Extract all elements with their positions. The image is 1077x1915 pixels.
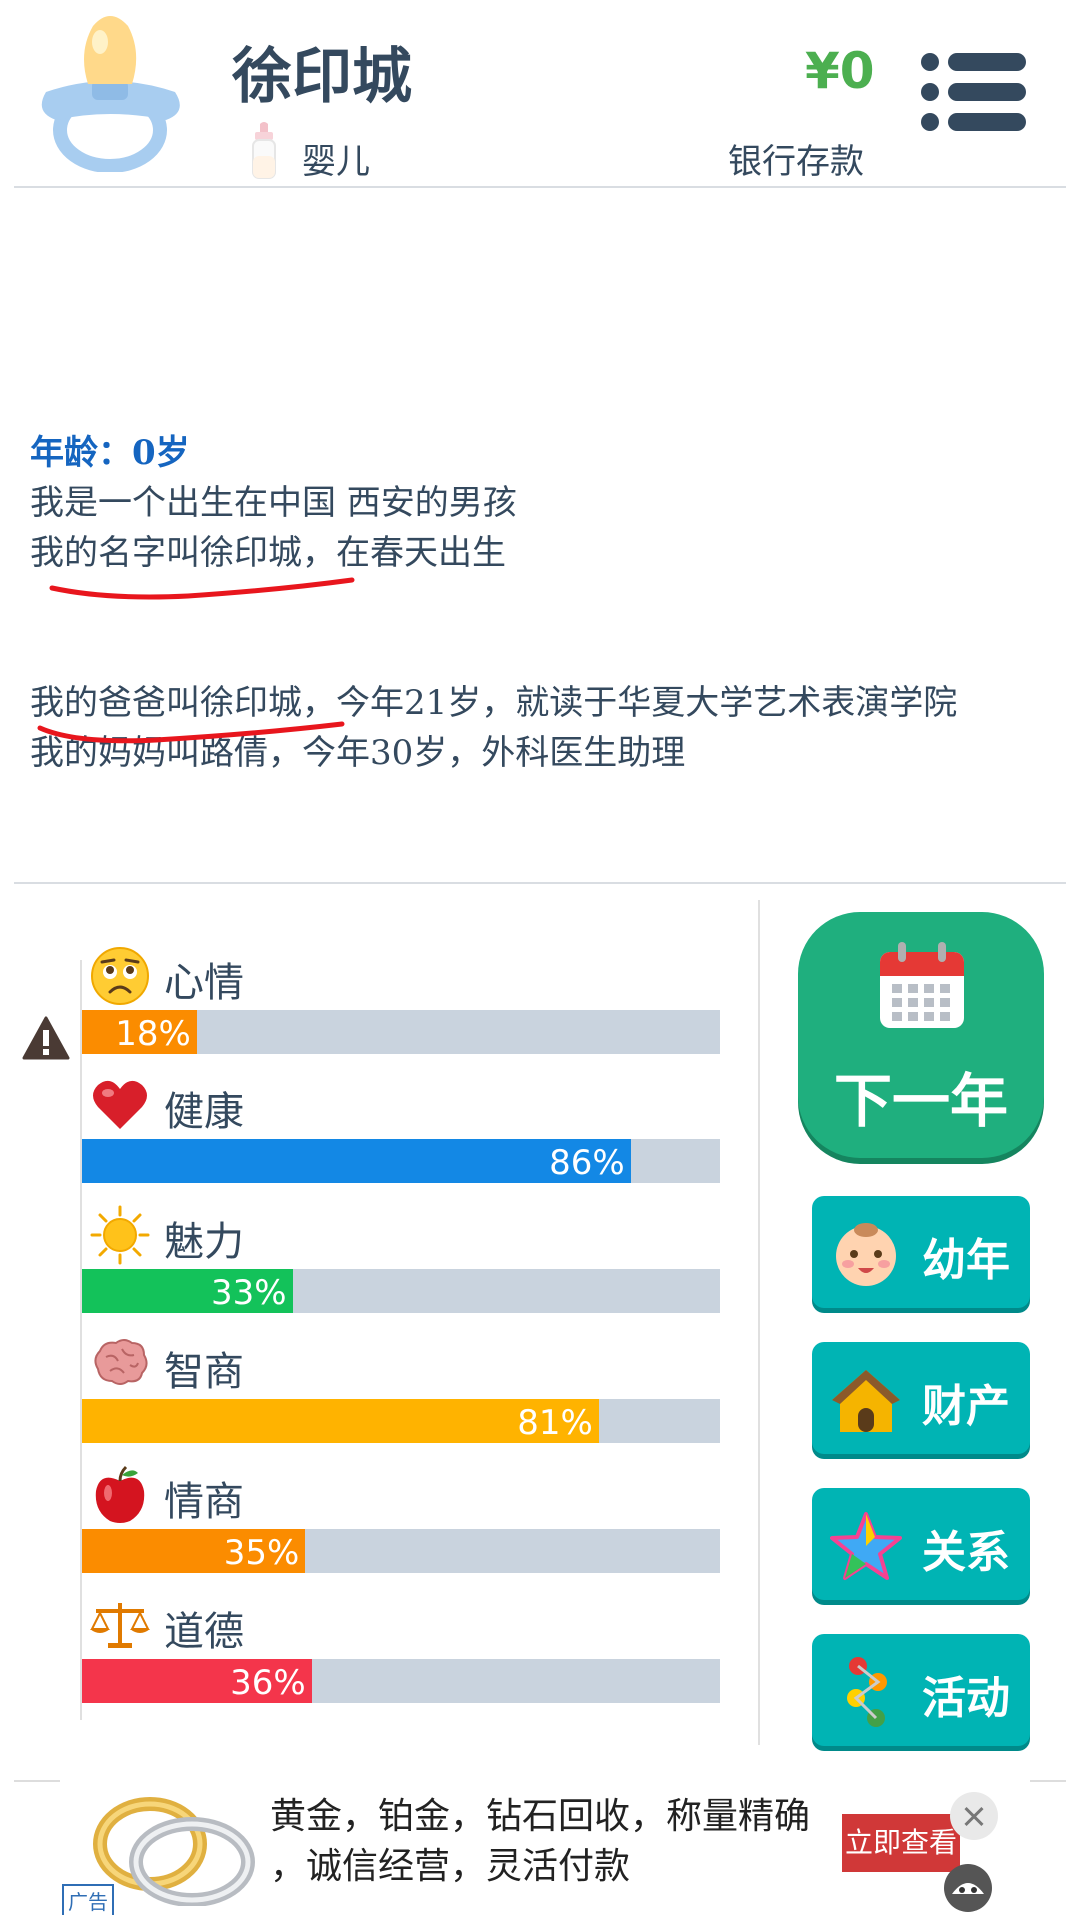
- stat-percent: 86%: [549, 1143, 625, 1183]
- stat-bar-track: 81%: [82, 1399, 720, 1443]
- stat-bar-fill: 86%: [82, 1139, 631, 1183]
- stat-bar-track: 18%: [82, 1010, 720, 1054]
- stat-percent: 18%: [115, 1014, 191, 1054]
- story-line: 我是一个出生在中国 西安的男孩: [30, 483, 517, 523]
- stat-bar-track: 36%: [82, 1659, 720, 1703]
- scales-icon: [90, 1603, 150, 1648]
- stat-morality: 道德 36%: [82, 1595, 720, 1725]
- stat-bar-track: 33%: [82, 1269, 720, 1313]
- status-header: 徐印城 婴儿 ¥0 银行存款: [0, 0, 1077, 188]
- stat-charm: 魅力 33%: [82, 1205, 720, 1335]
- activities-dots-icon: [847, 1657, 887, 1727]
- stat-label: 情商: [164, 1479, 244, 1525]
- money-balance: ¥0: [805, 42, 875, 100]
- stat-iq: 智商 81%: [82, 1335, 720, 1465]
- red-underline-annotation: [49, 577, 355, 600]
- activities-button[interactable]: 活动: [812, 1634, 1030, 1746]
- childhood-label: 幼年: [922, 1235, 1010, 1286]
- header-divider: [14, 186, 1066, 188]
- stat-eq: 情商 35%: [82, 1465, 720, 1595]
- stat-label: 魅力: [164, 1219, 244, 1265]
- player-name: 徐印城: [232, 42, 412, 112]
- bank-deposit-label: 银行存款: [728, 142, 864, 182]
- mascot-icon: [944, 1864, 992, 1912]
- stat-bar-track: 35%: [82, 1529, 720, 1573]
- ad-text-line: ，诚信经营，灵活付款: [270, 1846, 631, 1887]
- next-year-button[interactable]: 下一年: [798, 912, 1044, 1158]
- stat-label: 心情: [164, 960, 244, 1006]
- ad-close-icon[interactable]: [950, 1792, 998, 1840]
- life-stage-label: 婴儿: [302, 142, 370, 182]
- apple-icon: [95, 1465, 145, 1523]
- stat-mood: 心情 18%: [82, 946, 720, 1076]
- story-divider: [14, 882, 1066, 884]
- brain-icon: [94, 1339, 148, 1385]
- panel-separator: [758, 900, 760, 1745]
- baby-face-icon: [836, 1223, 896, 1286]
- worried-face-icon: [91, 947, 149, 1005]
- menu-icon[interactable]: [920, 52, 1028, 132]
- stat-percent: 35%: [223, 1533, 300, 1573]
- baby-bottle-icon: [252, 122, 276, 179]
- pacifier-icon: [41, 16, 180, 172]
- stat-percent: 81%: [517, 1403, 593, 1443]
- relations-label: 关系: [922, 1527, 1010, 1578]
- stat-label: 健康: [164, 1089, 244, 1135]
- sun-icon: [90, 1205, 150, 1265]
- stat-label: 智商: [164, 1349, 244, 1395]
- ad-text-line: 黄金，铂金，钻石回收，称量精确: [270, 1796, 811, 1837]
- stat-bar-fill: 35%: [82, 1529, 306, 1573]
- assets-button[interactable]: 财产: [812, 1342, 1030, 1454]
- assets-label: 财产: [922, 1381, 1010, 1432]
- stat-bar-fill: 36%: [82, 1659, 312, 1703]
- stat-bar-fill: 81%: [82, 1399, 599, 1443]
- childhood-button[interactable]: 幼年: [812, 1196, 1030, 1308]
- ad-text: 黄金，铂金，钻石回收，称量精确 ，诚信经营，灵活付款: [270, 1792, 830, 1892]
- calendar-icon: [880, 942, 964, 1028]
- next-year-label: 下一年: [833, 1067, 1008, 1135]
- star-icon: [830, 1512, 902, 1580]
- stat-bar-fill: 18%: [82, 1010, 197, 1054]
- stat-bar-fill: 33%: [82, 1269, 293, 1313]
- stat-percent: 33%: [210, 1273, 287, 1313]
- house-icon: [832, 1370, 900, 1432]
- stat-label: 道德: [164, 1609, 244, 1655]
- stat-health: 健康 86%: [82, 1075, 720, 1205]
- ad-badge: 广告: [62, 1884, 114, 1915]
- warning-icon: [22, 1016, 70, 1060]
- relations-button[interactable]: 关系: [812, 1488, 1030, 1600]
- stat-percent: 36%: [230, 1663, 306, 1703]
- heart-icon: [93, 1080, 147, 1129]
- stat-bar-track: 86%: [82, 1139, 720, 1183]
- ad-banner[interactable]: 广告 黄金，铂金，钻石回收，称量精确 ，诚信经营，灵活付款 立即查看: [0, 1780, 1077, 1915]
- activities-label: 活动: [922, 1673, 1010, 1724]
- age-line: 年龄：0岁: [30, 433, 190, 473]
- red-underline-annotation: [37, 721, 345, 744]
